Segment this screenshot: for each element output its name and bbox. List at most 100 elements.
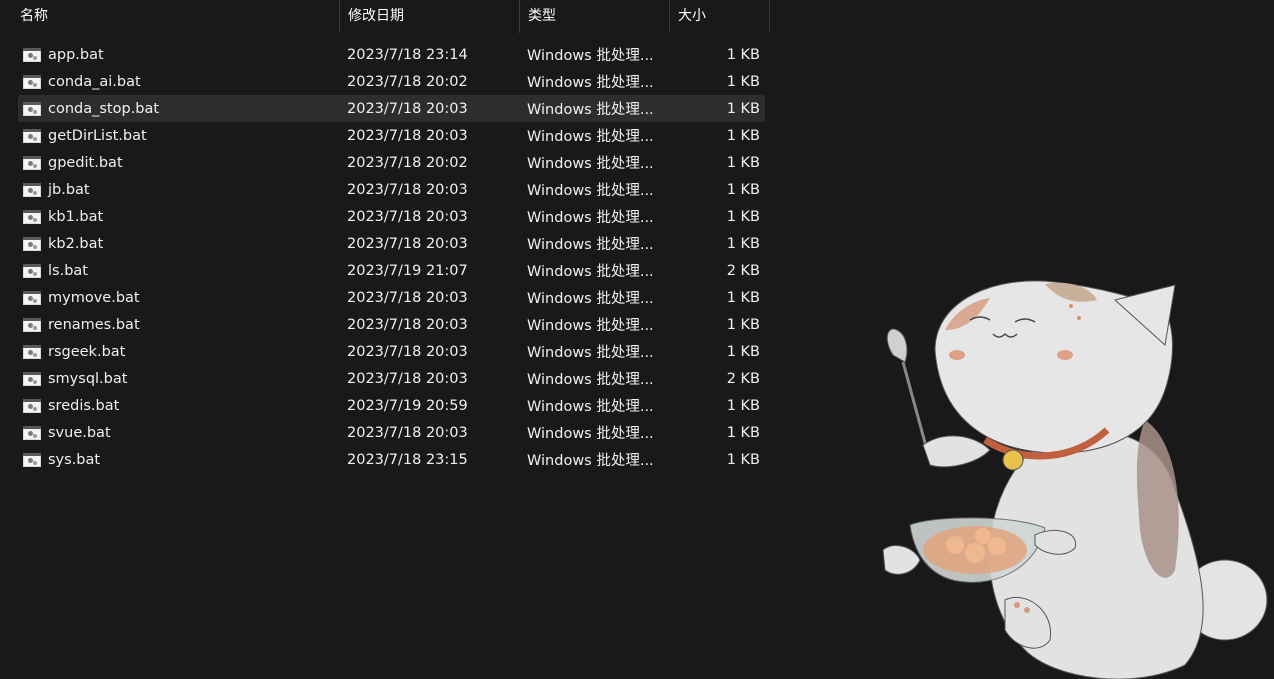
batch-file-icon [23, 317, 41, 332]
file-name-cell: app.bat [18, 47, 340, 63]
file-date: 2023/7/18 20:03 [347, 208, 468, 225]
file-type: Windows 批处理... [527, 102, 654, 118]
file-row[interactable]: renames.bat 2023/7/18 20:03 Windows 批处理...… [18, 311, 765, 338]
file-date: 2023/7/19 20:59 [347, 397, 468, 414]
batch-file-icon [23, 344, 41, 359]
file-name: sredis.bat [48, 397, 120, 414]
file-name-cell: mymove.bat [18, 290, 340, 306]
batch-file-icon [23, 74, 41, 89]
file-row[interactable]: gpedit.bat 2023/7/18 20:02 Windows 批处理... 1… [18, 149, 765, 176]
file-type: Windows 批处理... [527, 345, 654, 361]
file-size: 1 KB [726, 451, 760, 468]
file-date: 2023/7/18 20:03 [347, 316, 468, 333]
file-date: 2023/7/18 20:03 [347, 100, 468, 117]
file-size: 1 KB [726, 154, 760, 171]
file-type: Windows 批处理... [527, 156, 654, 172]
file-name: svue.bat [48, 424, 111, 441]
file-date: 2023/7/18 23:15 [347, 451, 468, 468]
file-size: 1 KB [726, 424, 760, 441]
file-size: 1 KB [726, 73, 760, 90]
file-row[interactable]: sys.bat 2023/7/18 23:15 Windows 批处理... 1 KB [18, 446, 765, 473]
file-date: 2023/7/18 20:03 [347, 343, 468, 360]
file-date: 2023/7/18 20:03 [347, 235, 468, 252]
batch-file-icon [23, 182, 41, 197]
file-type: Windows 批处理... [527, 210, 654, 226]
file-row[interactable]: svue.bat 2023/7/18 20:03 Windows 批处理... 1 K… [18, 419, 765, 446]
file-name-cell: smysql.bat [18, 371, 340, 387]
file-name-cell: kb1.bat [18, 209, 340, 225]
file-size: 1 KB [726, 289, 760, 306]
file-name: gpedit.bat [48, 154, 123, 171]
file-size: 1 KB [726, 46, 760, 63]
file-name: kb2.bat [48, 235, 104, 252]
file-date: 2023/7/18 20:03 [347, 181, 468, 198]
file-type: Windows 批处理... [527, 399, 654, 415]
column-header-bar: 名称 修改日期 类型 大小 [0, 0, 770, 33]
file-name-cell: jb.bat [18, 182, 340, 198]
file-date: 2023/7/18 20:03 [347, 289, 468, 306]
file-size: 1 KB [726, 235, 760, 252]
batch-file-icon [23, 425, 41, 440]
file-row[interactable]: conda_ai.bat 2023/7/18 20:02 Windows 批处理..… [18, 68, 765, 95]
column-header-date[interactable]: 修改日期 [340, 0, 520, 33]
batch-file-icon [23, 263, 41, 278]
file-name-cell: sredis.bat [18, 398, 340, 414]
file-name: sys.bat [48, 451, 101, 468]
file-row[interactable]: app.bat 2023/7/18 23:14 Windows 批处理... 1 KB [18, 41, 765, 68]
file-row[interactable]: jb.bat 2023/7/18 20:03 Windows 批处理... 1 KB [18, 176, 765, 203]
file-row[interactable]: conda_stop.bat 2023/7/18 20:03 Windows 批处理… [18, 95, 765, 122]
file-type: Windows 批处理... [527, 48, 654, 64]
file-row[interactable]: rsgeek.bat 2023/7/18 20:03 Windows 批处理... 1… [18, 338, 765, 365]
file-row[interactable]: mymove.bat 2023/7/18 20:03 Windows 批处理... 1… [18, 284, 765, 311]
file-name: ls.bat [48, 262, 88, 279]
file-name-cell: kb2.bat [18, 236, 340, 252]
batch-file-icon [23, 209, 41, 224]
column-header-size[interactable]: 大小 [670, 0, 770, 33]
file-name-cell: getDirList.bat [18, 128, 340, 144]
cat-illustration-icon [882, 280, 1268, 679]
file-size: 1 KB [726, 208, 760, 225]
file-name-cell: gpedit.bat [18, 155, 340, 171]
batch-file-icon [23, 290, 41, 305]
file-type: Windows 批处理... [527, 129, 654, 145]
file-type: Windows 批处理... [527, 426, 654, 442]
file-size: 1 KB [726, 181, 760, 198]
file-name: conda_ai.bat [48, 73, 141, 90]
file-date: 2023/7/19 21:07 [347, 262, 468, 279]
batch-file-icon [23, 47, 41, 62]
column-header-name[interactable]: 名称 [0, 0, 340, 33]
file-name: conda_stop.bat [48, 100, 160, 117]
batch-file-icon [23, 101, 41, 116]
batch-file-icon [23, 236, 41, 251]
file-size: 1 KB [726, 127, 760, 144]
file-name: getDirList.bat [48, 127, 147, 144]
batch-file-icon [23, 155, 41, 170]
file-row[interactable]: getDirList.bat 2023/7/18 20:03 Windows 批处理… [18, 122, 765, 149]
file-row[interactable]: kb1.bat 2023/7/18 20:03 Windows 批处理... 1 KB [18, 203, 765, 230]
file-row[interactable]: smysql.bat 2023/7/18 20:03 Windows 批处理... 2… [18, 365, 765, 392]
file-date: 2023/7/18 20:03 [347, 424, 468, 441]
file-name: jb.bat [48, 181, 90, 198]
file-name-cell: conda_stop.bat [18, 101, 340, 117]
column-header-type[interactable]: 类型 [520, 0, 670, 33]
file-size: 2 KB [726, 370, 760, 387]
file-row[interactable]: kb2.bat 2023/7/18 20:03 Windows 批处理... 1 KB [18, 230, 765, 257]
file-type: Windows 批处理... [527, 453, 654, 469]
file-name-cell: sys.bat [18, 452, 340, 468]
file-row[interactable]: ls.bat 2023/7/19 21:07 Windows 批处理... 2 KB [18, 257, 765, 284]
file-row[interactable]: sredis.bat 2023/7/19 20:59 Windows 批处理... 1… [18, 392, 765, 419]
file-name-cell: rsgeek.bat [18, 344, 340, 360]
file-type: Windows 批处理... [527, 237, 654, 253]
file-size: 1 KB [726, 397, 760, 414]
file-type: Windows 批处理... [527, 291, 654, 307]
batch-file-icon [23, 128, 41, 143]
file-list: app.bat 2023/7/18 23:14 Windows 批处理... 1 KB… [18, 41, 765, 473]
file-name: mymove.bat [48, 289, 140, 306]
file-date: 2023/7/18 20:02 [347, 154, 468, 171]
file-name-cell: conda_ai.bat [18, 74, 340, 90]
file-type: Windows 批处理... [527, 75, 654, 91]
file-name-cell: ls.bat [18, 263, 340, 279]
file-name: app.bat [48, 46, 104, 63]
batch-file-icon [23, 398, 41, 413]
batch-file-icon [23, 371, 41, 386]
